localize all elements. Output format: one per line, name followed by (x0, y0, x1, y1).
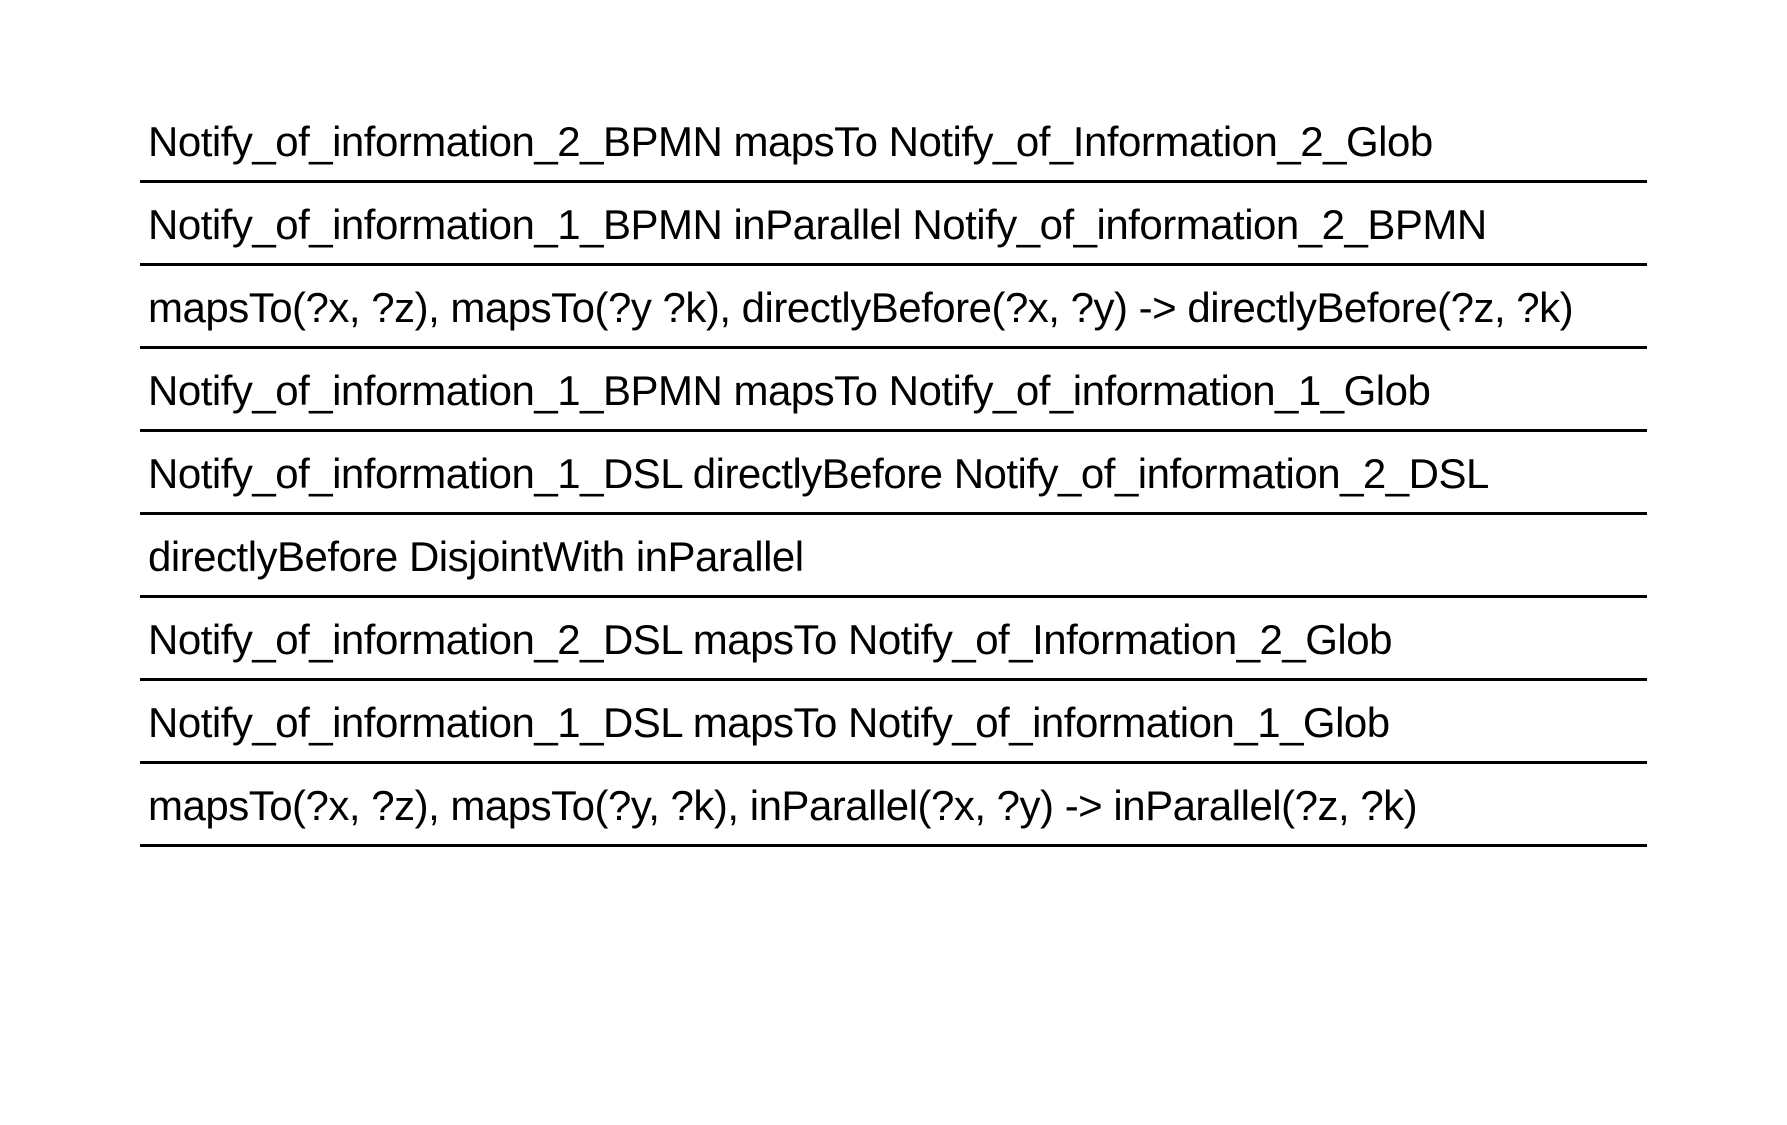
table-row: Notify_of_information_1_BPMN mapsTo Noti… (140, 349, 1647, 432)
table-row: Notify_of_information_1_DSL directlyBefo… (140, 432, 1647, 515)
table-row: mapsTo(?x, ?z), mapsTo(?y ?k), directlyB… (140, 266, 1647, 349)
table-row: Notify_of_information_1_DSL mapsTo Notif… (140, 681, 1647, 764)
table-row: directlyBefore DisjointWith inParallel (140, 515, 1647, 598)
table-row: Notify_of_information_2_BPMN mapsTo Noti… (140, 100, 1647, 183)
rules-table: Notify_of_information_2_BPMN mapsTo Noti… (140, 100, 1647, 847)
table-row: Notify_of_information_1_BPMN inParallel … (140, 183, 1647, 266)
table-row: Notify_of_information_2_DSL mapsTo Notif… (140, 598, 1647, 681)
table-row: mapsTo(?x, ?z), mapsTo(?y, ?k), inParall… (140, 764, 1647, 847)
